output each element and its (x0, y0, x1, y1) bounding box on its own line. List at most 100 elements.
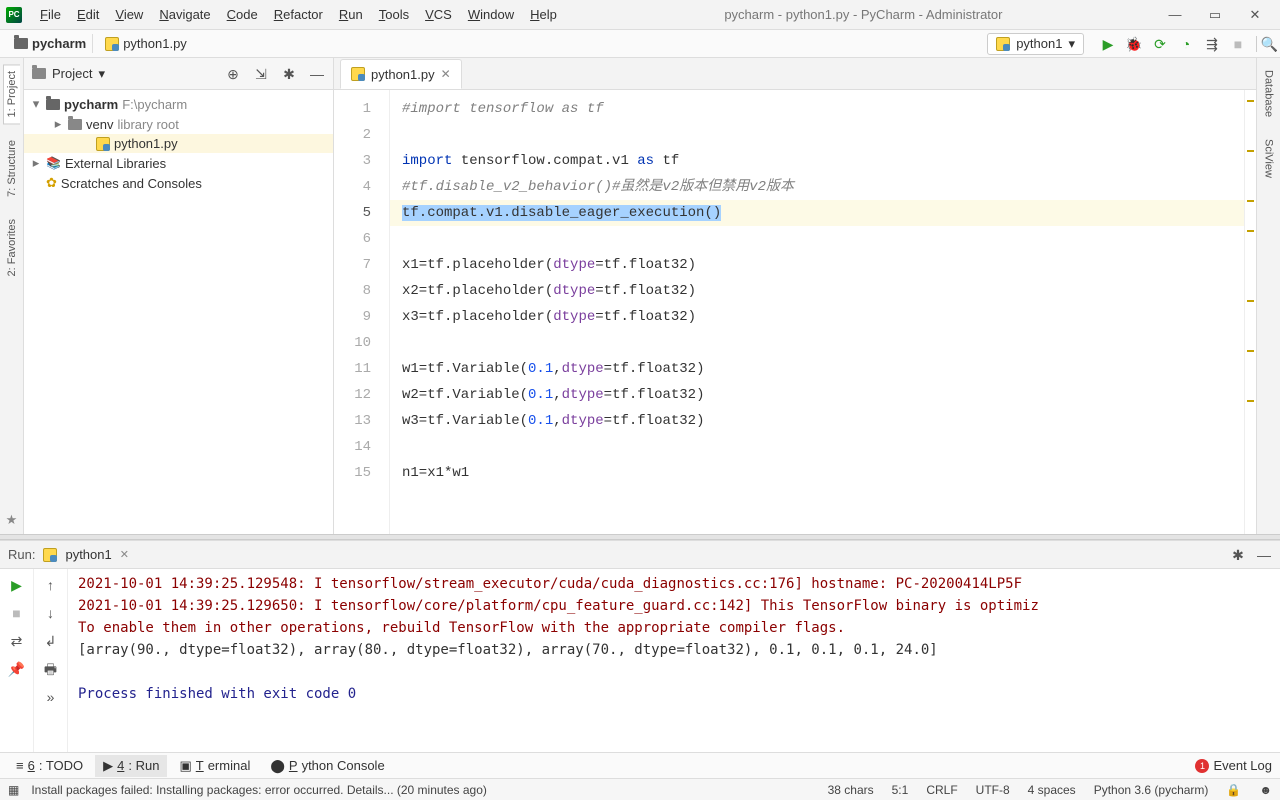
right-rail-sciview[interactable]: SciView (1261, 133, 1277, 184)
breadcrumb-project[interactable]: pycharm (8, 34, 93, 53)
menu-window[interactable]: Window (462, 4, 520, 25)
menu-view[interactable]: View (109, 4, 149, 25)
code-editor[interactable]: 123456789101112131415 #import tensorflow… (334, 90, 1256, 534)
code-content[interactable]: #import tensorflow as tfimport tensorflo… (390, 90, 1244, 534)
folder-icon (32, 68, 46, 79)
stop-icon[interactable]: ■ (1230, 36, 1246, 52)
status-interpreter[interactable]: Python 3.6 (pycharm) (1094, 783, 1209, 797)
left-rail-project[interactable]: 1: Project (3, 64, 20, 124)
window-controls: ― ▭ ✕ (1164, 4, 1274, 26)
hide-icon[interactable]: — (309, 66, 325, 82)
status-message[interactable]: Install packages failed: Installing pack… (31, 783, 487, 797)
run-console[interactable]: 2021-10-01 14:39:25.129548: I tensorflow… (68, 569, 1280, 752)
window-title: pycharm - python1.py - PyCharm - Adminis… (563, 7, 1164, 22)
status-chars: 38 chars (828, 783, 874, 797)
close-tab-icon[interactable]: ✕ (120, 548, 129, 561)
menu-tools[interactable]: Tools (373, 4, 415, 25)
tree-label: venv (86, 117, 113, 132)
down-icon[interactable]: ↓ (43, 605, 59, 621)
tree-item-external-libraries[interactable]: ▸📚 External Libraries (24, 153, 333, 173)
hide-icon[interactable]: — (1256, 547, 1272, 563)
collapse-icon[interactable]: ⇲ (253, 66, 269, 82)
favorites-icon[interactable]: ★ (6, 512, 18, 534)
menu-run[interactable]: Run (333, 4, 369, 25)
main-area: 1: Project 7: Structure 2: Favorites ★ Proj… (0, 58, 1280, 534)
minimize-button[interactable]: ― (1164, 4, 1186, 26)
run-config-label: python1 (1016, 36, 1062, 51)
bottom-tool-tabs: ≡ 6: TODO▶ 4: Run▣ Terminal⬤ Python Cons… (0, 752, 1280, 778)
menu-edit[interactable]: Edit (71, 4, 105, 25)
tree-label: python1.py (114, 136, 178, 151)
maximize-button[interactable]: ▭ (1204, 4, 1226, 26)
settings-icon[interactable]: ✱ (281, 66, 297, 82)
rerun-icon[interactable]: ▶ (9, 577, 25, 593)
close-button[interactable]: ✕ (1244, 4, 1266, 26)
line-gutter[interactable]: 123456789101112131415 (334, 90, 390, 534)
bottom-tab-4-run[interactable]: ▶ 4: Run (95, 755, 167, 777)
layout-icon[interactable]: ⇄ (9, 633, 25, 649)
tree-item-scratches-and-consoles[interactable]: ✿ Scratches and Consoles (24, 173, 333, 193)
status-indent[interactable]: 4 spaces (1028, 783, 1076, 797)
breadcrumb-file-label: python1.py (123, 36, 187, 51)
python-file-icon (996, 37, 1010, 51)
pin-icon[interactable]: 📌 (9, 661, 25, 677)
project-tree[interactable]: ▾ pycharm F:\pycharm▸ venv library root … (24, 90, 333, 197)
editor-tabbar: python1.py ✕ (334, 58, 1256, 90)
profile-icon[interactable]: ◔ (1178, 36, 1194, 52)
main-menu: FileEditViewNavigateCodeRefactorRunTools… (34, 4, 563, 25)
tool-window-toggle-icon[interactable]: ▦ (8, 783, 19, 797)
status-caret-pos[interactable]: 5:1 (892, 783, 909, 797)
close-tab-icon[interactable]: ✕ (441, 67, 451, 81)
status-bar: ▦ Install packages failed: Installing pa… (0, 778, 1280, 800)
menu-code[interactable]: Code (221, 4, 264, 25)
stop-icon[interactable]: ■ (9, 605, 25, 621)
lock-icon[interactable]: 🔒 (1226, 783, 1241, 797)
tree-item-python1-py[interactable]: python1.py (24, 134, 333, 153)
bottom-tab-terminal[interactable]: ▣ Terminal (171, 755, 258, 777)
soft-wrap-icon[interactable]: ↲ (43, 633, 59, 649)
left-tool-rail: 1: Project 7: Structure 2: Favorites ★ (0, 58, 24, 534)
tree-item-venv[interactable]: ▸ venv library root (24, 114, 333, 134)
bottom-tab-python-console[interactable]: ⬤ Python Console (262, 755, 392, 777)
run-icon[interactable]: ▶ (1100, 36, 1116, 52)
project-pane-title: Project (52, 66, 92, 81)
tree-label: pycharm (64, 97, 118, 112)
menu-help[interactable]: Help (524, 4, 563, 25)
status-encoding[interactable]: UTF-8 (976, 783, 1010, 797)
ide-status-icon[interactable]: ☻ (1259, 783, 1272, 797)
print-icon[interactable]: 🖶 (43, 661, 59, 677)
status-eol[interactable]: CRLF (926, 783, 957, 797)
breadcrumb-project-label: pycharm (32, 36, 86, 51)
locate-icon[interactable]: ⊕ (225, 66, 241, 82)
breadcrumb-file[interactable]: python1.py (99, 34, 193, 53)
python-file-icon (351, 67, 365, 81)
chevron-down-icon[interactable]: ▾ (98, 66, 105, 82)
right-rail-database[interactable]: Database (1261, 64, 1277, 123)
menu-vcs[interactable]: VCS (419, 4, 458, 25)
tree-label: External Libraries (65, 156, 166, 171)
editor-area: python1.py ✕ 123456789101112131415 #impo… (334, 58, 1256, 534)
up-icon[interactable]: ↑ (43, 577, 59, 593)
python-file-icon (105, 37, 119, 51)
tree-label: Scratches and Consoles (61, 176, 202, 191)
editor-tab[interactable]: python1.py ✕ (340, 59, 462, 89)
attach-icon[interactable]: ⇶ (1204, 36, 1220, 52)
menu-refactor[interactable]: Refactor (268, 4, 329, 25)
more-icon[interactable]: » (43, 689, 59, 705)
left-rail-structure[interactable]: 7: Structure (4, 134, 20, 203)
event-log-button[interactable]: 1 Event Log (1195, 758, 1272, 773)
bottom-tab-6-todo[interactable]: ≡ 6: TODO (8, 755, 91, 776)
menu-navigate[interactable]: Navigate (153, 4, 216, 25)
settings-icon[interactable]: ✱ (1230, 547, 1246, 563)
editor-tab-label: python1.py (371, 67, 435, 82)
marker-stripe[interactable] (1244, 90, 1256, 534)
run-title: Run: (8, 547, 35, 562)
run-config-selector[interactable]: python1 ▾ (987, 33, 1084, 55)
menu-file[interactable]: File (34, 4, 67, 25)
left-rail-favorites[interactable]: 2: Favorites (4, 213, 20, 282)
coverage-icon[interactable]: ⟳ (1152, 36, 1168, 52)
tree-item-pycharm[interactable]: ▾ pycharm F:\pycharm (24, 94, 333, 114)
debug-icon[interactable]: 🐞 (1126, 36, 1142, 52)
run-header: Run: python1 ✕ ✱ — (0, 541, 1280, 569)
search-icon[interactable]: 🔍 (1256, 36, 1272, 52)
